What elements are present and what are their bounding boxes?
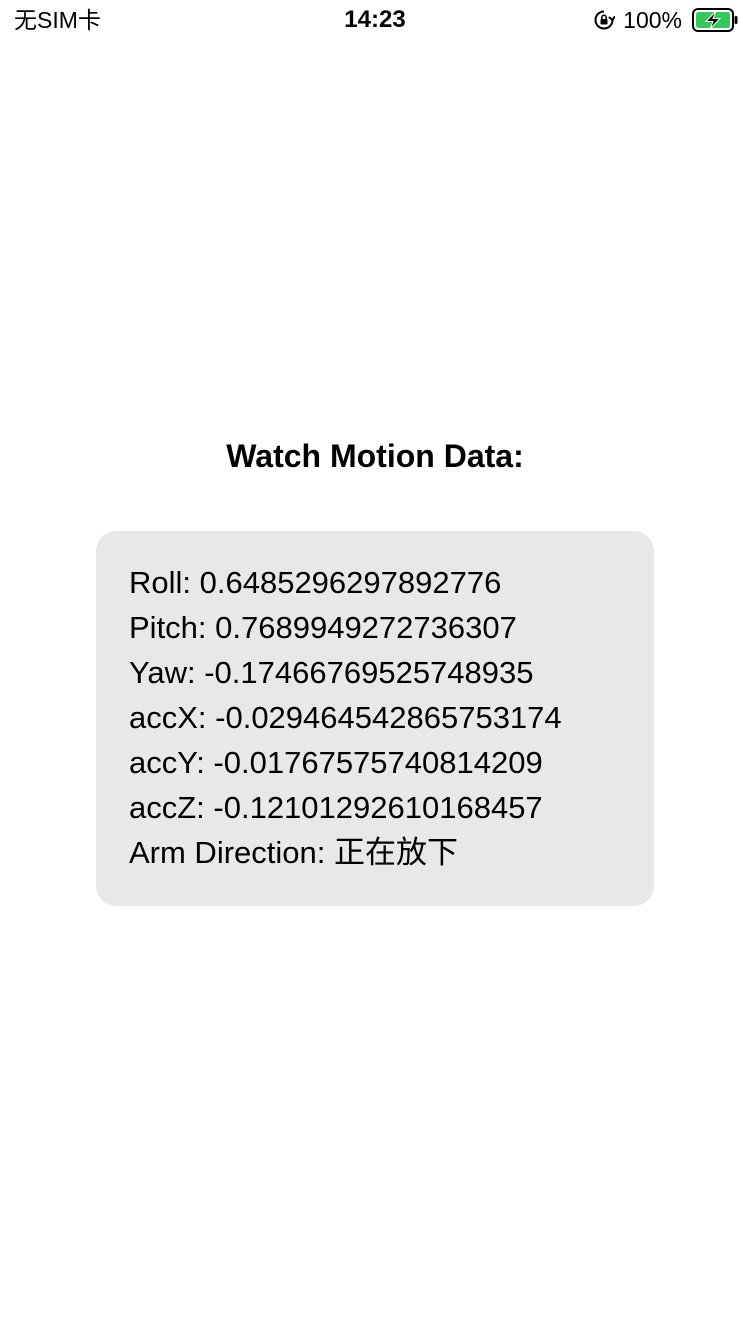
orientation-lock-icon	[594, 10, 616, 30]
motion-data-card: Roll: 0.6485296297892776 Pitch: 0.768994…	[96, 531, 654, 906]
arm-direction-value: Arm Direction: 正在放下	[129, 835, 458, 870]
status-bar: 无SIM卡 14:23 100%	[0, 0, 750, 40]
status-right-group: 100%	[593, 6, 738, 34]
roll-value: Roll: 0.6485296297892776	[129, 565, 502, 600]
battery-percentage: 100%	[623, 7, 682, 33]
pitch-value: Pitch: 0.7689949272736307	[129, 610, 517, 645]
acc-z-value: accZ: -0.12101292610168457	[129, 790, 543, 825]
acc-x-value: accX: -0.029464542865753174	[129, 700, 562, 735]
acc-y-value: accY: -0.01767575740814209	[129, 745, 543, 780]
battery-charging-icon	[692, 8, 738, 32]
page-title: Watch Motion Data:	[226, 438, 524, 474]
yaw-value: Yaw: -0.17466769525748935	[129, 655, 534, 690]
